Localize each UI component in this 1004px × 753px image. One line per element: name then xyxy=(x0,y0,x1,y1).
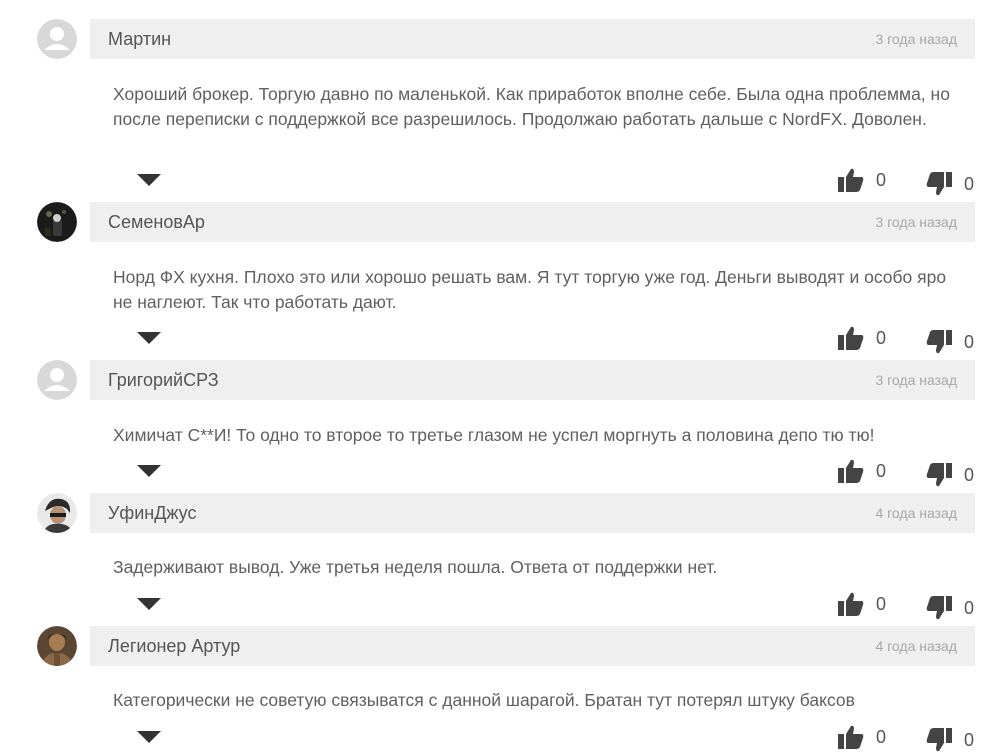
like-button[interactable]: 0 xyxy=(838,326,886,350)
thumbs-up-icon xyxy=(838,326,864,350)
dislike-count: 0 xyxy=(964,729,975,750)
thumbs-up-icon xyxy=(838,168,864,192)
comment-author[interactable]: Мартин xyxy=(108,19,171,59)
thumbs-down-icon xyxy=(926,172,952,196)
comment-time[interactable]: 4 года назад xyxy=(875,626,957,666)
dislike-button[interactable]: 0 xyxy=(926,172,974,196)
thumbs-up-icon xyxy=(838,459,864,483)
dislike-button[interactable]: 0 xyxy=(926,728,974,752)
thumbs-down-icon xyxy=(926,463,952,487)
like-count: 0 xyxy=(876,726,887,747)
comment-header: УфинДжус 4 года назад xyxy=(90,493,975,533)
comment-time[interactable]: 4 года назад xyxy=(875,493,957,533)
comment-author[interactable]: СеменовАр xyxy=(108,202,205,242)
like-count: 0 xyxy=(876,460,887,481)
thumbs-down-icon xyxy=(926,728,952,752)
thumbs-down-icon xyxy=(926,596,952,620)
dislike-count: 0 xyxy=(964,173,975,194)
comment-time[interactable]: 3 года назад xyxy=(875,360,957,400)
comment-author[interactable]: ГригорийСРЗ xyxy=(108,360,219,400)
comment-text: Норд ФХ кухня. Плохо это или хорошо реша… xyxy=(113,267,947,312)
avatar[interactable] xyxy=(37,202,77,242)
thumbs-down-icon xyxy=(926,330,952,354)
comment-time[interactable]: 3 года назад xyxy=(875,19,957,59)
comment-author[interactable]: Легионер Артур xyxy=(108,626,240,666)
like-button[interactable]: 0 xyxy=(838,168,886,192)
like-count: 0 xyxy=(876,593,887,614)
user-icon xyxy=(37,360,77,400)
like-button[interactable]: 0 xyxy=(838,459,886,483)
thumbs-up-icon xyxy=(838,592,864,616)
thumbs-up-icon xyxy=(838,725,864,749)
expand-toggle-icon[interactable] xyxy=(137,731,161,743)
dislike-button[interactable]: 0 xyxy=(926,330,974,354)
comment-text: Хороший брокер. Торгую давно по маленько… xyxy=(113,84,950,129)
dislike-count: 0 xyxy=(964,464,975,485)
dislike-count: 0 xyxy=(964,331,975,352)
avatar[interactable] xyxy=(37,493,77,533)
comment-time[interactable]: 3 года назад xyxy=(875,202,957,242)
comment-header: Мартин 3 года назад xyxy=(90,19,975,59)
dislike-button[interactable]: 0 xyxy=(926,463,974,487)
user-photo-icon xyxy=(37,626,77,666)
comment-header: Легионер Артур 4 года назад xyxy=(90,626,975,666)
user-photo-icon xyxy=(37,202,77,242)
comment-header: ГригорийСРЗ 3 года назад xyxy=(90,360,975,400)
avatar[interactable] xyxy=(37,19,77,59)
user-icon xyxy=(37,19,77,59)
comment-header: СеменовАр 3 года назад xyxy=(90,202,975,242)
user-photo-icon xyxy=(37,493,77,533)
like-button[interactable]: 0 xyxy=(838,592,886,616)
dislike-count: 0 xyxy=(964,597,975,618)
comment-text: Химичат С**И! То одно то второе то треть… xyxy=(113,425,875,445)
comment-text: Категорически не советую связыватся с да… xyxy=(113,690,855,710)
expand-toggle-icon[interactable] xyxy=(137,174,161,186)
expand-toggle-icon[interactable] xyxy=(137,598,161,610)
like-count: 0 xyxy=(876,327,887,348)
like-count: 0 xyxy=(876,169,887,190)
dislike-button[interactable]: 0 xyxy=(926,596,974,620)
like-button[interactable]: 0 xyxy=(838,725,886,749)
expand-toggle-icon[interactable] xyxy=(137,465,161,477)
avatar[interactable] xyxy=(37,360,77,400)
expand-toggle-icon[interactable] xyxy=(137,332,161,344)
comment-text: Задерживают вывод. Уже третья неделя пош… xyxy=(113,557,718,577)
avatar[interactable] xyxy=(37,626,77,666)
comment-author[interactable]: УфинДжус xyxy=(108,493,196,533)
